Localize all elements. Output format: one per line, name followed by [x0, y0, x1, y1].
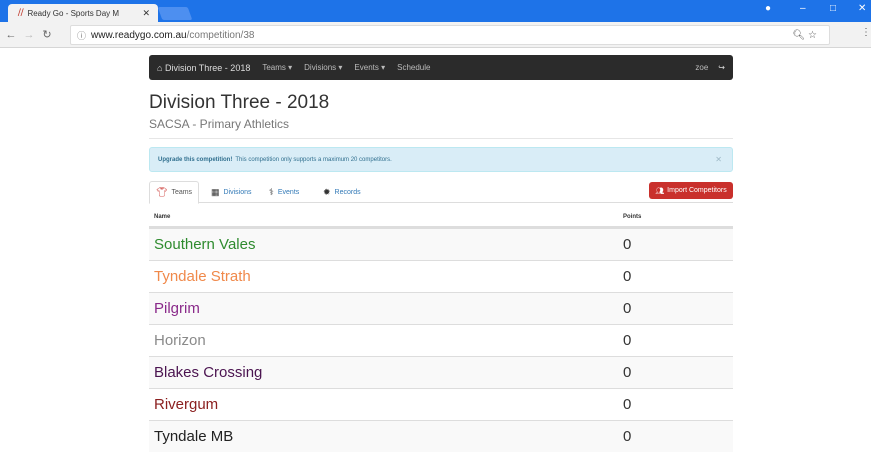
browser-menu-icon[interactable]: ⋮: [861, 27, 871, 38]
close-icon[interactable]: ✕: [142, 8, 150, 19]
alert-close-icon[interactable]: ✕: [715, 155, 722, 164]
tab-bar: 👕︎ Teams ▦ Divisions ⚕ Events ✹ Records: [149, 181, 733, 204]
team-points: 0: [623, 428, 632, 445]
tab-records[interactable]: ✹ Records: [317, 181, 367, 203]
divider: [149, 138, 733, 139]
url-path: /competition/38: [186, 29, 255, 41]
tab-divisions-label: Divisions: [223, 188, 252, 196]
nav-schedule[interactable]: Schedule: [397, 63, 430, 72]
nav-divisions[interactable]: Divisions ▾: [304, 63, 342, 72]
navbar-brand-label: Division Three - 2018: [164, 62, 251, 73]
browser-toolbar: ← → ↻ ⓘ www.readygo.com.au/competition/3…: [0, 22, 871, 48]
teams-table: Southern Vales 0 Tyndale Strath 0 Pilgri…: [149, 228, 733, 452]
navbar-right: zoe ↪: [695, 63, 725, 72]
nav-teams[interactable]: Teams ▾: [262, 63, 292, 72]
column-header-points[interactable]: Points: [623, 214, 641, 220]
table-row: Southern Vales 0: [149, 228, 733, 260]
tab-divisions[interactable]: ▦ Divisions: [205, 181, 258, 203]
team-points: 0: [623, 236, 632, 253]
table-row: Rivergum 0: [149, 388, 733, 420]
info-icon[interactable]: ⓘ: [77, 29, 86, 42]
ready-go-favicon-icon: ⧸⧸: [18, 8, 24, 17]
table-header: Name Points: [149, 212, 733, 228]
team-name[interactable]: Tyndale MB: [154, 428, 233, 445]
app-navbar: ⌂ Division Three - 2018 Teams ▾ Division…: [149, 55, 733, 80]
table-row: Horizon 0: [149, 324, 733, 356]
tab-teams[interactable]: 👕︎ Teams: [149, 181, 200, 204]
team-name[interactable]: Horizon: [154, 332, 206, 349]
table-row: Tyndale Strath 0: [149, 260, 733, 292]
team-points: 0: [623, 300, 632, 317]
upgrade-alert: Upgrade this competition! This competiti…: [149, 147, 733, 172]
team-name[interactable]: Rivergum: [154, 396, 218, 413]
new-tab-button[interactable]: [157, 7, 193, 20]
navbar-brand[interactable]: ⌂ Division Three - 2018: [157, 63, 250, 73]
team-points: 0: [623, 396, 632, 413]
page-subtitle: SACSA - Primary Athletics: [149, 117, 290, 131]
import-competitors-label: Import Competitors: [667, 187, 727, 194]
nav-user[interactable]: zoe: [695, 63, 708, 72]
tab-events-label: Events: [277, 188, 300, 196]
window-close-icon[interactable]: ✕: [858, 3, 866, 14]
page-title: Division Three - 2018: [149, 92, 330, 113]
browser-tab[interactable]: ⧸⧸ Ready Go - Sports Day M ✕: [8, 4, 158, 22]
team-points: 0: [623, 268, 632, 285]
table-row: Blakes Crossing 0: [149, 356, 733, 388]
restore-icon[interactable]: □: [830, 3, 836, 14]
tshirt-icon: 👕︎: [156, 187, 168, 197]
tab-teams-label: Teams: [171, 189, 193, 196]
nav-events[interactable]: Events ▾: [354, 63, 385, 72]
team-points: 0: [623, 332, 632, 349]
team-points: 0: [623, 364, 632, 381]
table-row: Tyndale MB 0: [149, 420, 733, 452]
back-icon[interactable]: ←: [4, 29, 18, 41]
team-name[interactable]: Pilgrim: [154, 300, 200, 317]
team-name[interactable]: Tyndale Strath: [154, 268, 251, 285]
tab-events[interactable]: ⚕ Events: [263, 181, 305, 203]
zoom-bookmark-icons[interactable]: 🔍︎ ☆: [793, 30, 817, 41]
minimize-icon[interactable]: –: [800, 3, 806, 14]
browser-title-bar: ⧸⧸ Ready Go - Sports Day M ✕ ● – □ ✕: [0, 0, 871, 22]
alert-strong[interactable]: Upgrade this competition!: [158, 157, 232, 163]
logout-icon[interactable]: ↪: [718, 63, 725, 72]
alert-text: This competition only supports a maximum…: [235, 156, 392, 163]
tab-records-label: Records: [334, 188, 361, 196]
import-user-icon: 👥︎: [655, 187, 665, 195]
forward-icon[interactable]: →: [22, 29, 36, 41]
grid-icon: ▦: [211, 186, 220, 197]
table-row: Pilgrim 0: [149, 292, 733, 324]
team-name[interactable]: Blakes Crossing: [154, 364, 262, 381]
column-header-name[interactable]: Name: [154, 214, 170, 220]
team-name[interactable]: Southern Vales: [154, 236, 255, 253]
profile-icon[interactable]: ●: [765, 3, 771, 14]
reload-icon[interactable]: ↻: [40, 28, 54, 41]
home-icon: ⌂: [157, 62, 163, 73]
medal-icon: ✹: [323, 186, 331, 197]
url-host: www.readygo.com.au: [91, 29, 187, 41]
address-bar[interactable]: ⓘ www.readygo.com.au/competition/38 🔍︎ ☆: [70, 25, 830, 45]
browser-tab-title: Ready Go - Sports Day M: [27, 8, 120, 18]
import-competitors-button[interactable]: 👥︎ Import Competitors: [649, 182, 733, 199]
runner-icon: ⚕: [269, 186, 274, 197]
